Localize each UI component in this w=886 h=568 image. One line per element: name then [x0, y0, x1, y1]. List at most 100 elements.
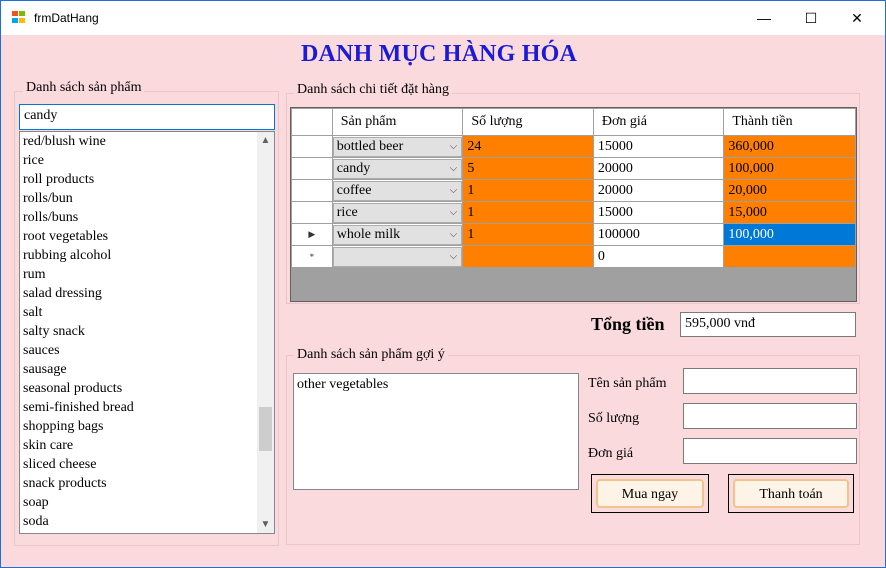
- product-list-item[interactable]: red/blush wine: [20, 132, 274, 151]
- row-header[interactable]: [291, 201, 333, 224]
- product-combobox[interactable]: candy ⌵: [333, 158, 462, 179]
- product-list-item[interactable]: rolls/buns: [20, 208, 274, 227]
- row-header[interactable]: [291, 135, 333, 158]
- product-list-item[interactable]: salad dressing: [20, 284, 274, 303]
- product-cell[interactable]: bottled beer ⌵: [331, 135, 464, 158]
- chevron-down-icon[interactable]: ⌵: [445, 248, 461, 266]
- current-row-indicator[interactable]: ▶: [291, 223, 333, 246]
- unit-price-cell[interactable]: 15000: [592, 135, 725, 158]
- column-header-total[interactable]: Thành tiền: [723, 108, 856, 136]
- product-list-item[interactable]: rice: [20, 151, 274, 170]
- scroll-down-icon[interactable]: ▼: [257, 516, 274, 533]
- product-list-item[interactable]: semi-finished bread: [20, 398, 274, 417]
- product-cell[interactable]: whole milk ⌵: [331, 223, 464, 246]
- order-detail-label: Danh sách chi tiết đặt hàng: [294, 82, 453, 98]
- product-cell[interactable]: coffee ⌵: [331, 179, 464, 202]
- unit-price-cell[interactable]: 100000: [592, 223, 725, 246]
- product-list-item[interactable]: root vegetables: [20, 227, 274, 246]
- column-header-product[interactable]: Sản phẩm: [331, 108, 464, 136]
- product-list-item[interactable]: sausage: [20, 360, 274, 379]
- column-header-unit-price[interactable]: Đơn giá: [592, 108, 725, 136]
- total-field[interactable]: 595,000 vnđ: [680, 312, 856, 337]
- quantity-cell[interactable]: 1: [462, 179, 594, 202]
- unit-price-cell[interactable]: 20000: [592, 179, 725, 202]
- order-row[interactable]: candy ⌵ 5 20000 100,000: [291, 157, 856, 180]
- order-grid[interactable]: Sản phẩm Số lượng Đơn giá Thành tiền bot…: [290, 107, 857, 302]
- row-header[interactable]: [291, 179, 333, 202]
- product-list-item[interactable]: salt: [20, 303, 274, 322]
- chevron-down-icon[interactable]: ⌵: [445, 160, 461, 178]
- unit-price-label: Đơn giá: [588, 446, 634, 461]
- product-combobox-value: whole milk: [336, 226, 401, 242]
- product-list-item[interactable]: shopping bags: [20, 417, 274, 436]
- quantity-cell[interactable]: 5: [462, 157, 594, 180]
- product-combobox[interactable]: bottled beer ⌵: [333, 136, 462, 157]
- row-header-corner: [291, 108, 333, 136]
- line-total-cell[interactable]: 15,000: [723, 201, 856, 224]
- product-search-input[interactable]: candy: [19, 104, 275, 130]
- checkout-button[interactable]: Thanh toán: [728, 474, 854, 513]
- product-name-label: Tên sản phẩm: [588, 376, 667, 391]
- product-list-item[interactable]: snack products: [20, 474, 274, 493]
- product-list-item[interactable]: roll products: [20, 170, 274, 189]
- unit-price-cell[interactable]: 15000: [592, 201, 725, 224]
- quantity-input[interactable]: [683, 403, 857, 429]
- order-row[interactable]: bottled beer ⌵ 24 15000 360,000: [291, 135, 856, 158]
- quantity-cell[interactable]: [462, 245, 594, 268]
- line-total-cell[interactable]: 100,000: [723, 223, 856, 246]
- checkout-label: Thanh toán: [733, 479, 849, 508]
- product-listbox[interactable]: red/blush wine rice roll products rolls/bun…: [19, 131, 275, 534]
- product-list-scrollbar[interactable]: ▲ ▼: [257, 132, 274, 533]
- chevron-down-icon[interactable]: ⌵: [445, 138, 461, 156]
- product-list-item[interactable]: soda: [20, 512, 274, 531]
- unit-price-cell[interactable]: 0: [592, 245, 725, 268]
- order-header-row: Sản phẩm Số lượng Đơn giá Thành tiền: [291, 108, 856, 136]
- product-combobox[interactable]: coffee ⌵: [333, 180, 462, 201]
- line-total-cell[interactable]: [723, 245, 856, 268]
- line-total-cell[interactable]: 20,000: [723, 179, 856, 202]
- buy-now-button[interactable]: Mua ngay: [591, 474, 709, 513]
- product-list-item[interactable]: soap: [20, 493, 274, 512]
- product-list-item[interactable]: rubbing alcohol: [20, 246, 274, 265]
- new-row-indicator[interactable]: *: [291, 245, 333, 268]
- product-cell[interactable]: candy ⌵: [331, 157, 464, 180]
- row-header[interactable]: [291, 157, 333, 180]
- product-list-item[interactable]: sliced cheese: [20, 455, 274, 474]
- product-combobox-value: candy: [336, 160, 371, 176]
- product-list-item[interactable]: rum: [20, 265, 274, 284]
- scrollbar-thumb[interactable]: [259, 407, 272, 451]
- unit-price-cell[interactable]: 20000: [592, 157, 725, 180]
- minimize-button[interactable]: —: [741, 1, 787, 35]
- product-list-item[interactable]: rolls/bun: [20, 189, 274, 208]
- order-row[interactable]: rice ⌵ 1 15000 15,000: [291, 201, 856, 224]
- product-list-item[interactable]: sauces: [20, 341, 274, 360]
- column-header-quantity[interactable]: Số lượng: [462, 108, 594, 136]
- suggest-list-item[interactable]: other vegetables: [297, 375, 575, 394]
- product-list-item[interactable]: skin care: [20, 436, 274, 455]
- chevron-down-icon[interactable]: ⌵: [445, 226, 461, 244]
- order-row[interactable]: * ⌵ 0: [291, 245, 856, 268]
- chevron-down-icon[interactable]: ⌵: [445, 182, 461, 200]
- product-list-item[interactable]: seasonal products: [20, 379, 274, 398]
- product-combobox[interactable]: ⌵: [333, 246, 462, 267]
- chevron-down-icon[interactable]: ⌵: [445, 204, 461, 222]
- line-total-cell[interactable]: 360,000: [723, 135, 856, 158]
- quantity-cell[interactable]: 1: [462, 201, 594, 224]
- quantity-cell[interactable]: 24: [462, 135, 594, 158]
- suggest-label: Danh sách sản phẩm gợi ý: [294, 347, 448, 363]
- quantity-cell[interactable]: 1: [462, 223, 594, 246]
- product-combobox[interactable]: whole milk ⌵: [333, 224, 462, 245]
- product-combobox[interactable]: rice ⌵: [333, 202, 462, 223]
- unit-price-input[interactable]: [683, 438, 857, 464]
- maximize-button[interactable]: ☐: [788, 1, 834, 35]
- scroll-up-icon[interactable]: ▲: [257, 132, 274, 149]
- product-cell[interactable]: ⌵: [331, 245, 464, 268]
- order-row[interactable]: ▶ whole milk ⌵ 1 100000 100,000: [291, 223, 856, 246]
- product-name-input[interactable]: [683, 368, 857, 394]
- product-cell[interactable]: rice ⌵: [331, 201, 464, 224]
- close-button[interactable]: ✕: [834, 1, 880, 35]
- line-total-cell[interactable]: 100,000: [723, 157, 856, 180]
- order-row[interactable]: coffee ⌵ 1 20000 20,000: [291, 179, 856, 202]
- suggest-listbox[interactable]: other vegetables: [293, 373, 579, 490]
- product-list-item[interactable]: salty snack: [20, 322, 274, 341]
